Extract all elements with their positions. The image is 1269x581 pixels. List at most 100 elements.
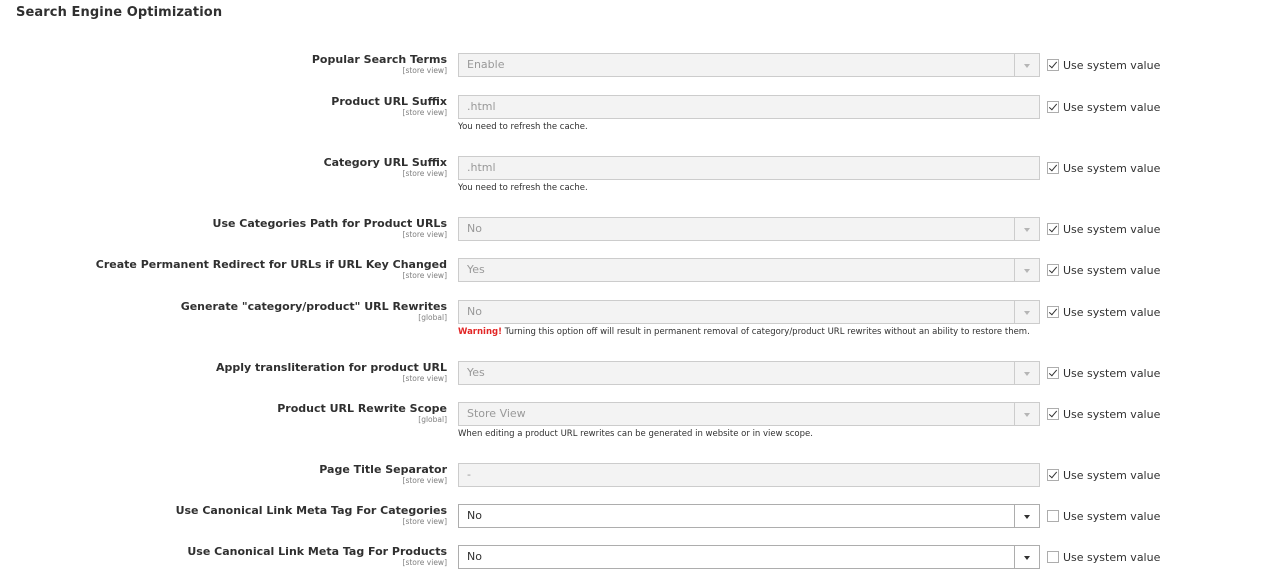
chevron-down-icon — [1014, 218, 1039, 240]
field-label-group: Product URL Rewrite Scope [global] — [277, 402, 447, 425]
use-system-value-checkbox[interactable]: Use system value — [1047, 59, 1160, 72]
checkbox-icon[interactable] — [1047, 408, 1059, 420]
scope-label: [store view] — [402, 558, 447, 567]
field-row-category-url-suffix: Category URL Suffix [store view] .html Y… — [0, 156, 1269, 193]
checkbox-icon[interactable] — [1047, 469, 1059, 481]
chevron-down-icon — [1014, 301, 1039, 323]
field-row-use-categories-path-for-product-urls: Use Categories Path for Product URLs [st… — [0, 217, 1269, 241]
use-system-value-checkbox[interactable]: Use system value — [1047, 306, 1160, 319]
chevron-down-icon — [1014, 546, 1039, 568]
field-label-group: Apply transliteration for product URL [s… — [216, 361, 447, 384]
use-system-value-label: Use system value — [1063, 510, 1161, 523]
field-note: When editing a product URL rewrites can … — [458, 429, 813, 439]
checkbox-icon[interactable] — [1047, 264, 1059, 276]
use-system-value-checkbox[interactable]: Use system value — [1047, 469, 1160, 482]
field-value: .html — [467, 161, 496, 174]
use-system-value-checkbox[interactable]: Use system value — [1047, 367, 1160, 380]
field-label: Product URL Rewrite Scope — [277, 402, 447, 415]
field-row-popular-search-terms: Popular Search Terms [store view] Enable… — [0, 53, 1269, 77]
field-label-group: Generate "category/product" URL Rewrites… — [181, 300, 447, 323]
field-value: Store View — [467, 407, 526, 420]
scope-label: [global] — [418, 415, 447, 424]
text-input: - — [458, 463, 1040, 487]
use-system-value-checkbox[interactable]: Use system value — [1047, 264, 1160, 277]
field-value: Yes — [467, 263, 485, 276]
field-row-product-url-rewrite-scope: Product URL Rewrite Scope [global] Store… — [0, 402, 1269, 439]
section-title: Search Engine Optimization — [16, 5, 223, 20]
field-row-page-title-separator: Page Title Separator [store view] - Use … — [0, 463, 1269, 487]
scope-label: [store view] — [402, 374, 447, 383]
field-label: Category URL Suffix — [323, 156, 447, 169]
note-text: Turning this option off will result in p… — [501, 327, 1030, 337]
field-value: .html — [467, 100, 496, 113]
checkbox-icon[interactable] — [1047, 367, 1059, 379]
field-value: Yes — [467, 366, 485, 379]
warning-label: Warning! — [458, 327, 502, 337]
checkbox-icon[interactable] — [1047, 59, 1059, 71]
use-system-value-checkbox[interactable]: Use system value — [1047, 101, 1160, 114]
select-field[interactable]: No — [458, 545, 1040, 569]
field-label: Page Title Separator — [319, 463, 447, 476]
checkbox-icon[interactable] — [1047, 510, 1059, 522]
note-text: When editing a product URL rewrites can … — [458, 429, 813, 439]
text-input: .html — [458, 95, 1040, 119]
scope-label: [store view] — [402, 66, 447, 75]
field-label-group: Popular Search Terms [store view] — [312, 53, 447, 76]
select-field[interactable]: No — [458, 504, 1040, 528]
select-field: No — [458, 300, 1040, 324]
select-field: Enable — [458, 53, 1040, 77]
field-label: Generate "category/product" URL Rewrites — [180, 300, 447, 313]
use-system-value-checkbox[interactable]: Use system value — [1047, 510, 1160, 523]
field-note: Warning! Turning this option off will re… — [458, 327, 1030, 337]
use-system-value-label: Use system value — [1063, 59, 1161, 72]
use-system-value-checkbox[interactable]: Use system value — [1047, 551, 1160, 564]
scope-label: [store view] — [402, 230, 447, 239]
checkbox-icon[interactable] — [1047, 101, 1059, 113]
scope-label: [global] — [418, 313, 447, 322]
field-label: Product URL Suffix — [331, 95, 447, 108]
field-label-group: Product URL Suffix [store view] — [331, 95, 447, 118]
use-system-value-label: Use system value — [1063, 367, 1161, 380]
use-system-value-checkbox[interactable]: Use system value — [1047, 162, 1160, 175]
select-field: Store View — [458, 402, 1040, 426]
checkbox-icon[interactable] — [1047, 551, 1059, 563]
field-label: Use Categories Path for Product URLs — [212, 217, 447, 230]
use-system-value-label: Use system value — [1063, 306, 1161, 319]
checkbox-icon[interactable] — [1047, 162, 1059, 174]
field-label-group: Create Permanent Redirect for URLs if UR… — [96, 258, 447, 281]
use-system-value-label: Use system value — [1063, 101, 1161, 114]
field-value: No — [467, 509, 482, 522]
checkbox-icon[interactable] — [1047, 223, 1059, 235]
chevron-down-icon — [1014, 54, 1039, 76]
field-value: No — [467, 305, 482, 318]
chevron-down-icon — [1014, 362, 1039, 384]
use-system-value-checkbox[interactable]: Use system value — [1047, 223, 1160, 236]
select-field: No — [458, 217, 1040, 241]
field-value: Enable — [467, 58, 505, 71]
field-label-group: Use Canonical Link Meta Tag For Products… — [187, 545, 447, 568]
scope-label: [store view] — [402, 169, 447, 178]
field-label: Use Canonical Link Meta Tag For Products — [187, 545, 447, 558]
field-label: Popular Search Terms — [311, 53, 447, 66]
field-label: Apply transliteration for product URL — [215, 361, 447, 374]
chevron-down-icon — [1014, 259, 1039, 281]
field-row-generate-category-product-url-rewrites: Generate "category/product" URL Rewrites… — [0, 300, 1269, 337]
use-system-value-checkbox[interactable]: Use system value — [1047, 408, 1160, 421]
scope-label: [store view] — [402, 476, 447, 485]
field-label: Create Permanent Redirect for URLs if UR… — [95, 258, 447, 271]
use-system-value-label: Use system value — [1063, 408, 1161, 421]
use-system-value-label: Use system value — [1063, 162, 1161, 175]
field-row-apply-transliteration-for-product-url: Apply transliteration for product URL [s… — [0, 361, 1269, 385]
scope-label: [store view] — [402, 517, 447, 526]
text-input: .html — [458, 156, 1040, 180]
field-label-group: Use Categories Path for Product URLs [st… — [213, 217, 447, 240]
field-value: No — [467, 550, 482, 563]
scope-label: [store view] — [402, 108, 447, 117]
use-system-value-label: Use system value — [1063, 223, 1161, 236]
checkbox-icon[interactable] — [1047, 306, 1059, 318]
field-row-create-permanent-redirect-for-urls-if-url-key-changed: Create Permanent Redirect for URLs if UR… — [0, 258, 1269, 282]
field-label-group: Category URL Suffix [store view] — [324, 156, 447, 179]
select-field: Yes — [458, 258, 1040, 282]
field-label-group: Use Canonical Link Meta Tag For Categori… — [176, 504, 447, 527]
chevron-down-icon — [1014, 403, 1039, 425]
